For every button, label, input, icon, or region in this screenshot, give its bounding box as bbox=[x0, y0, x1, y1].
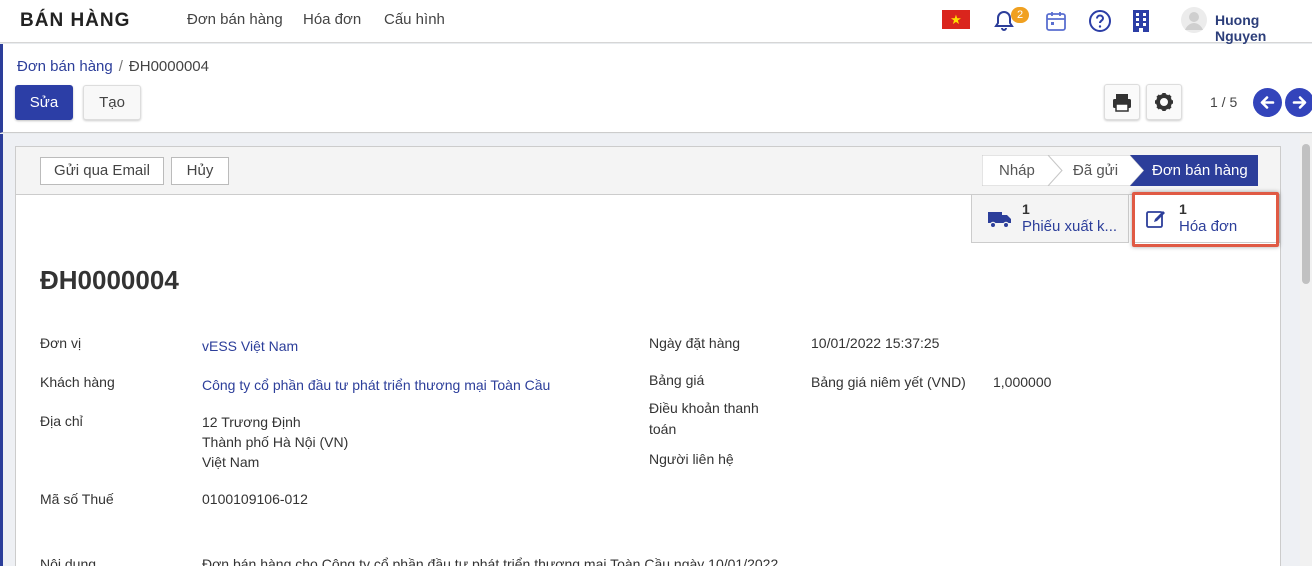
vietnam-flag-icon[interactable]: ★ bbox=[942, 10, 970, 29]
breadcrumb-current: ĐH0000004 bbox=[128, 58, 209, 75]
nav-item-invoices[interactable]: Hóa đơn bbox=[303, 11, 361, 28]
status-bar: Gửi qua Email Hủy Nháp Đã gửi Đơn bán hà… bbox=[16, 147, 1280, 195]
pricelist-rate: 1,000000 bbox=[993, 374, 1052, 390]
address-line-2: Thành phố Hà Nội (VN) bbox=[202, 434, 349, 450]
stage-draft[interactable]: Nháp bbox=[999, 155, 1035, 186]
calendar-icon[interactable] bbox=[1044, 9, 1068, 33]
scrollbar-thumb[interactable] bbox=[1302, 144, 1310, 284]
settings-button[interactable] bbox=[1146, 84, 1182, 120]
delivery-label: Phiếu xuất k... bbox=[1022, 218, 1118, 235]
content-value: Đơn bán hàng cho Công ty cổ phần đầu tư … bbox=[202, 556, 779, 566]
nav-item-sales-orders[interactable]: Đơn bán hàng bbox=[187, 11, 283, 28]
notification-badge: 2 bbox=[1011, 7, 1029, 23]
content-label: Nội dung bbox=[40, 556, 97, 566]
pager-value[interactable]: 1 / 5 bbox=[1210, 94, 1237, 110]
record-title: ĐH0000004 bbox=[40, 265, 179, 295]
pricelist-label: Bảng giá bbox=[649, 372, 705, 388]
send-email-button[interactable]: Gửi qua Email bbox=[40, 157, 164, 185]
order-date-label: Ngày đặt hàng bbox=[649, 335, 741, 351]
control-panel: Đơn bán hàng / ĐH0000004 Sửa Tạo 1 / 5 bbox=[0, 44, 1312, 133]
arrow-left-icon bbox=[1260, 96, 1275, 109]
unit-value[interactable]: vESS Việt Nam bbox=[202, 338, 298, 354]
truck-icon bbox=[988, 212, 1011, 228]
app-title[interactable]: BÁN HÀNG bbox=[20, 10, 130, 32]
edit-button[interactable]: Sửa bbox=[15, 85, 73, 120]
address-line-3: Việt Nam bbox=[202, 454, 260, 470]
print-button[interactable] bbox=[1104, 84, 1140, 120]
top-navbar: BÁN HÀNG Đơn bán hàng Hóa đơn Cấu hình ★… bbox=[0, 0, 1312, 44]
pager-previous-button[interactable] bbox=[1253, 88, 1282, 117]
delivery-smart-button[interactable]: 1 Phiếu xuất k... bbox=[971, 195, 1129, 243]
invoice-label: Hóa đơn bbox=[1179, 218, 1238, 235]
form-sheet: Gửi qua Email Hủy Nháp Đã gửi Đơn bán hà… bbox=[15, 146, 1281, 566]
vertical-scrollbar[interactable] bbox=[1300, 134, 1312, 566]
cancel-button[interactable]: Hủy bbox=[171, 157, 229, 185]
unit-label: Đơn vị bbox=[40, 335, 82, 351]
order-date-value: 10/01/2022 15:37:25 bbox=[811, 335, 940, 351]
payment-terms-label-line-1: Điều khoản thanh bbox=[649, 400, 759, 416]
gear-icon bbox=[1155, 93, 1173, 111]
print-icon bbox=[1113, 94, 1131, 112]
breadcrumb-separator: / bbox=[118, 58, 123, 75]
help-icon[interactable] bbox=[1088, 9, 1112, 33]
edit-invoice-icon bbox=[1146, 211, 1165, 228]
invoice-smart-button[interactable]: 1 Hóa đơn bbox=[1132, 195, 1280, 243]
breadcrumb-parent[interactable]: Đơn bán hàng bbox=[17, 58, 113, 75]
address-line-1: 12 Trương Định bbox=[202, 414, 301, 430]
pricelist-value: Bảng giá niêm yết (VND) bbox=[811, 374, 966, 390]
breadcrumb: Đơn bán hàng / ĐH0000004 bbox=[17, 58, 209, 75]
stage-sales-order[interactable]: Đơn bán hàng bbox=[1152, 155, 1248, 186]
tax-code-value: 0100109106-012 bbox=[202, 491, 308, 507]
arrow-right-icon bbox=[1292, 96, 1307, 109]
contact-person-label: Người liên hệ bbox=[649, 451, 734, 467]
stage-sent[interactable]: Đã gửi bbox=[1073, 155, 1118, 186]
tax-code-label: Mã số Thuế bbox=[40, 491, 114, 507]
payment-terms-label-line-2: toán bbox=[649, 421, 677, 437]
create-button[interactable]: Tạo bbox=[83, 85, 141, 120]
address-label: Địa chỉ bbox=[40, 413, 83, 429]
pager-next-button[interactable] bbox=[1285, 88, 1312, 117]
company-building-icon[interactable] bbox=[1129, 9, 1153, 33]
customer-value[interactable]: Công ty cổ phần đầu tư phát triển thương… bbox=[202, 377, 550, 393]
delivery-count: 1 bbox=[1022, 201, 1030, 217]
user-menu[interactable]: Huong Nguyen bbox=[1215, 12, 1312, 44]
user-avatar[interactable] bbox=[1181, 7, 1207, 33]
nav-item-configuration[interactable]: Cấu hình bbox=[384, 11, 445, 28]
invoice-count: 1 bbox=[1179, 201, 1187, 217]
customer-label: Khách hàng bbox=[40, 374, 115, 390]
